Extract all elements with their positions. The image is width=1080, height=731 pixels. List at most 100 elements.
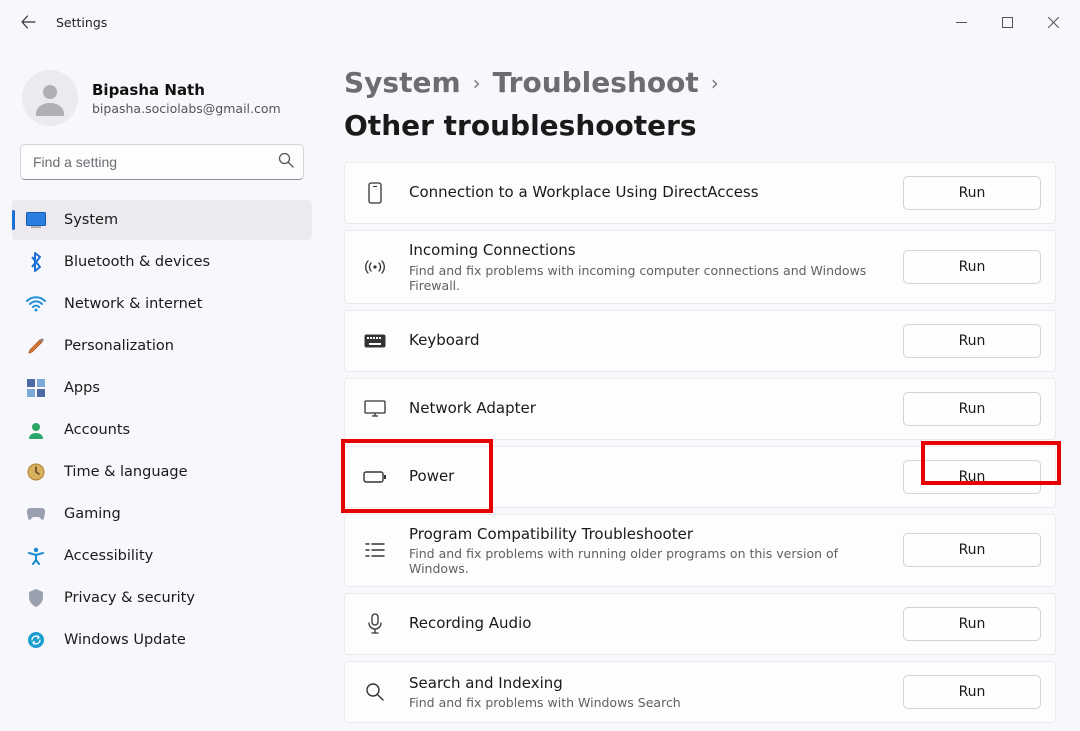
chevron-right-icon: › [471,71,483,95]
maximize-icon [1002,17,1013,28]
sidebar-item-gaming[interactable]: Gaming [12,494,312,534]
profile-text: Bipasha Nath bipasha.sociolabs@gmail.com [92,81,281,116]
troubleshooter-list: Connection to a Workplace Using DirectAc… [344,162,1056,723]
row-title: Recording Audio [409,614,883,634]
monitor-icon [361,400,389,418]
nav-list: System Bluetooth & devices Network & int… [12,200,312,660]
row-title: Power [409,467,883,487]
sidebar-item-update[interactable]: Windows Update [12,620,312,660]
troubleshooter-row-compat: Program Compatibility Troubleshooter Fin… [344,514,1056,588]
breadcrumb-item-system[interactable]: System [344,66,461,99]
troubleshooter-row-search-indexing: Search and Indexing Find and fix problem… [344,661,1056,723]
row-text: Recording Audio [409,614,883,634]
sidebar-item-system[interactable]: System [12,200,312,240]
sidebar-item-network[interactable]: Network & internet [12,284,312,324]
row-text: Keyboard [409,331,883,351]
sidebar-item-bluetooth[interactable]: Bluetooth & devices [12,242,312,282]
search-field [20,144,304,180]
troubleshooter-row-recording-audio: Recording Audio Run [344,593,1056,655]
search-icon[interactable] [278,152,294,172]
troubleshooter-row-keyboard: Keyboard Run [344,310,1056,372]
keyboard-icon [361,334,389,348]
sidebar-item-time[interactable]: Time & language [12,452,312,492]
row-title: Network Adapter [409,399,883,419]
sidebar-item-label: Windows Update [64,632,186,648]
row-title: Connection to a Workplace Using DirectAc… [409,183,883,203]
chevron-right-icon: › [709,71,721,95]
battery-icon [361,470,389,484]
row-text: Network Adapter [409,399,883,419]
sidebar-item-label: System [64,212,118,228]
row-text: Search and Indexing Find and fix problem… [409,674,883,711]
app-body: Bipasha Nath bipasha.sociolabs@gmail.com… [0,44,1080,731]
row-title: Program Compatibility Troubleshooter [409,525,883,545]
sidebar-item-privacy[interactable]: Privacy & security [12,578,312,618]
run-button[interactable]: Run [903,675,1041,709]
sidebar-item-label: Accounts [64,422,130,438]
arrow-left-icon [20,14,36,30]
bluetooth-icon [26,252,46,272]
row-title: Keyboard [409,331,883,351]
profile-block[interactable]: Bipasha Nath bipasha.sociolabs@gmail.com [12,62,312,144]
sidebar-item-label: Gaming [64,506,121,522]
troubleshooter-row-power: Power Run [344,446,1056,508]
row-text: Program Compatibility Troubleshooter Fin… [409,525,883,577]
breadcrumb-item-current: Other troubleshooters [344,109,697,142]
list-check-icon [361,541,389,559]
sidebar-item-accounts[interactable]: Accounts [12,410,312,450]
breadcrumb-item-troubleshoot[interactable]: Troubleshoot [493,66,699,99]
person-icon [30,78,70,118]
broadcast-icon [361,258,389,276]
shield-icon [26,588,46,608]
run-button[interactable]: Run [903,607,1041,641]
troubleshooter-row-network-adapter: Network Adapter Run [344,378,1056,440]
window-title: Settings [56,15,107,30]
sidebar-item-label: Network & internet [64,296,202,312]
person-fill-icon [26,420,46,440]
sidebar: Bipasha Nath bipasha.sociolabs@gmail.com… [0,44,320,731]
troubleshooter-row-directaccess: Connection to a Workplace Using DirectAc… [344,162,1056,224]
paintbrush-icon [26,336,46,356]
troubleshooter-row-incoming: Incoming Connections Find and fix proble… [344,230,1056,304]
display-icon [26,210,46,230]
update-icon [26,630,46,650]
microphone-icon [361,613,389,635]
title-bar: Settings [0,0,1080,44]
close-icon [1048,17,1059,28]
sidebar-item-personalization[interactable]: Personalization [12,326,312,366]
search-icon [361,682,389,702]
sidebar-item-accessibility[interactable]: Accessibility [12,536,312,576]
gamepad-icon [26,504,46,524]
run-button[interactable]: Run [903,176,1041,210]
profile-email: bipasha.sociolabs@gmail.com [92,101,281,116]
wifi-icon [26,294,46,314]
run-button[interactable]: Run [903,533,1041,567]
row-title: Search and Indexing [409,674,883,694]
breadcrumb: System › Troubleshoot › Other troublesho… [344,66,1056,142]
apps-icon [26,378,46,398]
run-button[interactable]: Run [903,324,1041,358]
row-desc: Find and fix problems with incoming comp… [409,263,883,293]
minimize-button[interactable] [938,7,984,37]
run-button[interactable]: Run [903,460,1041,494]
row-desc: Find and fix problems with Windows Searc… [409,695,883,710]
window-controls [938,7,1076,37]
sidebar-item-apps[interactable]: Apps [12,368,312,408]
back-button[interactable] [18,12,38,32]
main-content: System › Troubleshoot › Other troublesho… [320,44,1080,731]
run-button[interactable]: Run [903,392,1041,426]
close-button[interactable] [1030,7,1076,37]
sidebar-item-label: Bluetooth & devices [64,254,210,270]
row-text: Connection to a Workplace Using DirectAc… [409,183,883,203]
clock-globe-icon [26,462,46,482]
sidebar-item-label: Privacy & security [64,590,195,606]
row-desc: Find and fix problems with running older… [409,546,883,576]
sidebar-item-label: Apps [64,380,100,396]
sidebar-item-label: Personalization [64,338,174,354]
run-button[interactable]: Run [903,250,1041,284]
row-title: Incoming Connections [409,241,883,261]
search-input[interactable] [20,144,304,180]
briefcase-icon [361,182,389,204]
maximize-button[interactable] [984,7,1030,37]
accessibility-icon [26,546,46,566]
